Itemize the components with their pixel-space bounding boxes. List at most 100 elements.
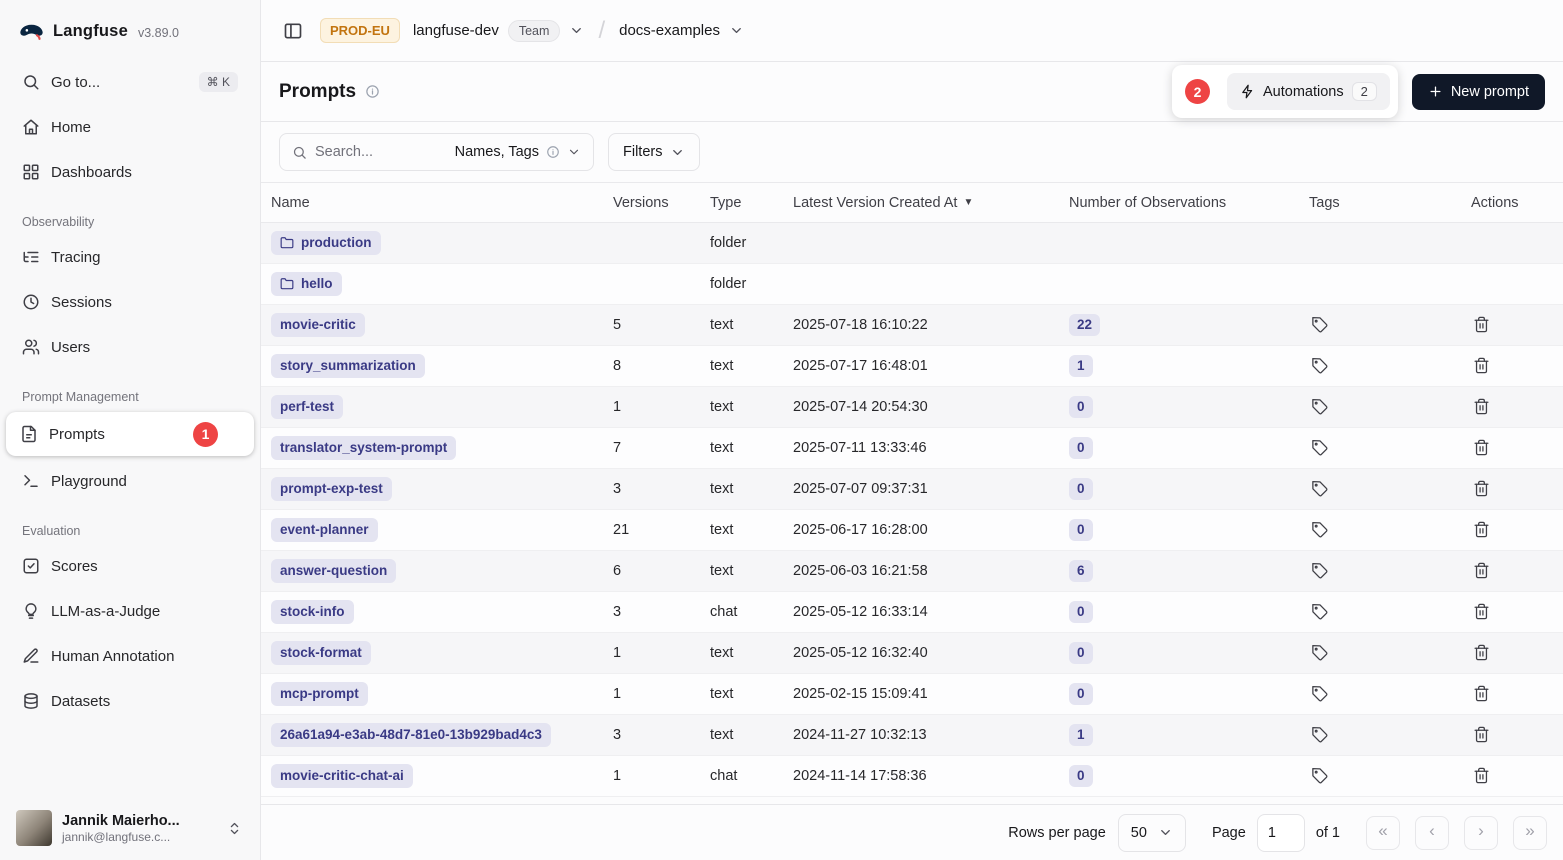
prompt-name-badge[interactable]: translator_system-prompt xyxy=(271,436,456,461)
sidebar-item-sessions[interactable]: Sessions xyxy=(12,282,248,322)
delete-prompt-button[interactable] xyxy=(1471,355,1492,376)
table-row[interactable]: answer-question6text2025-06-03 16:21:586 xyxy=(261,551,1563,592)
delete-prompt-button[interactable] xyxy=(1471,642,1492,663)
delete-prompt-button[interactable] xyxy=(1471,601,1492,622)
sidebar-item-scores[interactable]: Scores xyxy=(12,546,248,586)
goto-search[interactable]: Go to... ⌘ K xyxy=(12,62,248,102)
prompt-name-badge[interactable]: prompt-exp-test xyxy=(271,477,392,502)
prompt-name-badge[interactable]: perf-test xyxy=(271,395,343,420)
prompt-name-badge[interactable]: event-planner xyxy=(271,518,378,543)
sidebar-item-prompts[interactable]: Prompts 1 xyxy=(6,412,254,456)
prompt-name-badge[interactable]: stock-format xyxy=(271,641,371,666)
table-row[interactable]: perf-test1text2025-07-14 20:54:300 xyxy=(261,387,1563,428)
versions-cell: 7 xyxy=(613,440,710,456)
table-row[interactable]: story_summarization8text2025-07-17 16:48… xyxy=(261,346,1563,387)
section-title-prompt-management: Prompt Management xyxy=(12,390,248,404)
sidebar-item-users[interactable]: Users xyxy=(12,327,248,367)
sidebar-item-tracing[interactable]: Tracing xyxy=(12,237,248,277)
org-selector[interactable]: langfuse-dev Team xyxy=(413,20,584,42)
sidebar-item-home[interactable]: Home xyxy=(12,107,248,147)
tag-icon[interactable] xyxy=(1309,560,1330,581)
table-row[interactable]: movie-critic-chat-ai1chat2024-11-14 17:5… xyxy=(261,756,1563,797)
table-row[interactable]: movie-critic5text2025-07-18 16:10:2222 xyxy=(261,305,1563,346)
table-row[interactable]: productionfolder xyxy=(261,223,1563,264)
table-row[interactable]: stock-info3chat2025-05-12 16:33:140 xyxy=(261,592,1563,633)
sidebar-item-datasets[interactable]: Datasets xyxy=(12,681,248,721)
user-menu[interactable]: Jannik Maierho... jannik@langfuse.c... xyxy=(12,798,248,860)
prompt-name-badge[interactable]: movie-critic xyxy=(271,313,365,338)
table-row[interactable]: event-planner21text2025-06-17 16:28:000 xyxy=(261,510,1563,551)
prompt-name-badge[interactable]: stock-info xyxy=(271,600,354,625)
new-prompt-button[interactable]: New prompt xyxy=(1412,74,1545,110)
tag-icon[interactable] xyxy=(1309,437,1330,458)
sidebar-toggle-button[interactable] xyxy=(279,17,307,45)
delete-prompt-button[interactable] xyxy=(1471,683,1492,704)
sidebar-item-dashboards[interactable]: Dashboards xyxy=(12,152,248,192)
sidebar-item-playground[interactable]: Playground xyxy=(12,461,248,501)
tag-icon[interactable] xyxy=(1309,642,1330,663)
search-input[interactable] xyxy=(315,144,447,160)
next-page-button[interactable]: › xyxy=(1464,816,1498,850)
prompt-name-badge[interactable]: hello xyxy=(271,272,342,297)
tag-icon[interactable] xyxy=(1309,396,1330,417)
app-brand[interactable]: Langfuse v3.89.0 xyxy=(12,0,248,62)
delete-prompt-button[interactable] xyxy=(1471,396,1492,417)
search-box[interactable]: Names, Tags xyxy=(279,133,594,171)
chevrons-up-down-icon[interactable] xyxy=(225,819,244,838)
delete-prompt-button[interactable] xyxy=(1471,724,1492,745)
table-row[interactable]: stock-format1text2025-05-12 16:32:400 xyxy=(261,633,1563,674)
column-header-type[interactable]: Type xyxy=(710,195,793,211)
column-header-tags[interactable]: Tags xyxy=(1309,195,1471,211)
page-label: Page xyxy=(1212,825,1246,841)
delete-prompt-button[interactable] xyxy=(1471,437,1492,458)
column-header-number-of-observations[interactable]: Number of Observations xyxy=(1069,195,1309,211)
sidebar-item-human-annotation[interactable]: Human Annotation xyxy=(12,636,248,676)
tag-icon[interactable] xyxy=(1309,355,1330,376)
previous-page-button[interactable]: ‹ xyxy=(1415,816,1449,850)
environment-badge[interactable]: PROD-EU xyxy=(320,18,400,43)
column-header-name[interactable]: Name xyxy=(271,195,613,211)
tag-icon[interactable] xyxy=(1309,478,1330,499)
prompt-name-badge[interactable]: story_summarization xyxy=(271,354,425,379)
info-icon xyxy=(546,145,560,159)
table-row[interactable]: translator_system-prompt7text2025-07-11 … xyxy=(261,428,1563,469)
column-header-latest-version-created-at[interactable]: Latest Version Created At▼ xyxy=(793,195,1069,211)
prompt-name-badge[interactable]: 26a61a94-e3ab-48d7-81e0-13b929bad4c3 xyxy=(271,723,551,748)
info-icon[interactable] xyxy=(365,84,380,99)
filters-button[interactable]: Filters xyxy=(608,133,700,171)
delete-prompt-button[interactable] xyxy=(1471,478,1492,499)
list-tree-icon xyxy=(22,248,40,266)
table-row[interactable]: mcp-prompt1text2025-02-15 15:09:410 xyxy=(261,674,1563,715)
tag-icon[interactable] xyxy=(1309,601,1330,622)
tag-icon[interactable] xyxy=(1309,519,1330,540)
created-at-cell: 2025-07-17 16:48:01 xyxy=(793,358,1069,374)
tag-icon[interactable] xyxy=(1309,724,1330,745)
project-selector[interactable]: docs-examples xyxy=(619,22,744,39)
delete-prompt-button[interactable] xyxy=(1471,314,1492,335)
column-header-versions[interactable]: Versions xyxy=(613,195,710,211)
table-row[interactable]: prompt-exp-test3text2025-07-07 09:37:310 xyxy=(261,469,1563,510)
tag-icon[interactable] xyxy=(1309,314,1330,335)
delete-prompt-button[interactable] xyxy=(1471,560,1492,581)
prompt-name-badge[interactable]: production xyxy=(271,231,381,256)
search-scope-selector[interactable]: Names, Tags xyxy=(455,144,581,160)
page-number-input[interactable] xyxy=(1257,814,1305,852)
table-row[interactable]: 26a61a94-e3ab-48d7-81e0-13b929bad4c33tex… xyxy=(261,715,1563,756)
prompt-name-badge[interactable]: mcp-prompt xyxy=(271,682,368,707)
actions-cell xyxy=(1471,765,1553,788)
tag-icon[interactable] xyxy=(1309,683,1330,704)
layout-grid-icon xyxy=(22,163,40,181)
rows-per-page-select[interactable]: 50 xyxy=(1118,814,1186,852)
prompt-name-badge[interactable]: movie-critic-chat-ai xyxy=(271,764,413,789)
tag-icon[interactable] xyxy=(1309,765,1330,786)
delete-prompt-button[interactable] xyxy=(1471,519,1492,540)
automations-button[interactable]: Automations 2 xyxy=(1227,73,1390,110)
table-row[interactable]: hellofolder xyxy=(261,264,1563,305)
sidebar-item-llm-as-a-judge[interactable]: LLM-as-a-Judge xyxy=(12,591,248,631)
prompt-name-badge[interactable]: answer-question xyxy=(271,559,396,584)
first-page-button[interactable]: « xyxy=(1366,816,1400,850)
versions-cell: 1 xyxy=(613,686,710,702)
created-at-cell: 2025-05-12 16:33:14 xyxy=(793,604,1069,620)
last-page-button[interactable]: » xyxy=(1513,816,1547,850)
delete-prompt-button[interactable] xyxy=(1471,765,1492,786)
